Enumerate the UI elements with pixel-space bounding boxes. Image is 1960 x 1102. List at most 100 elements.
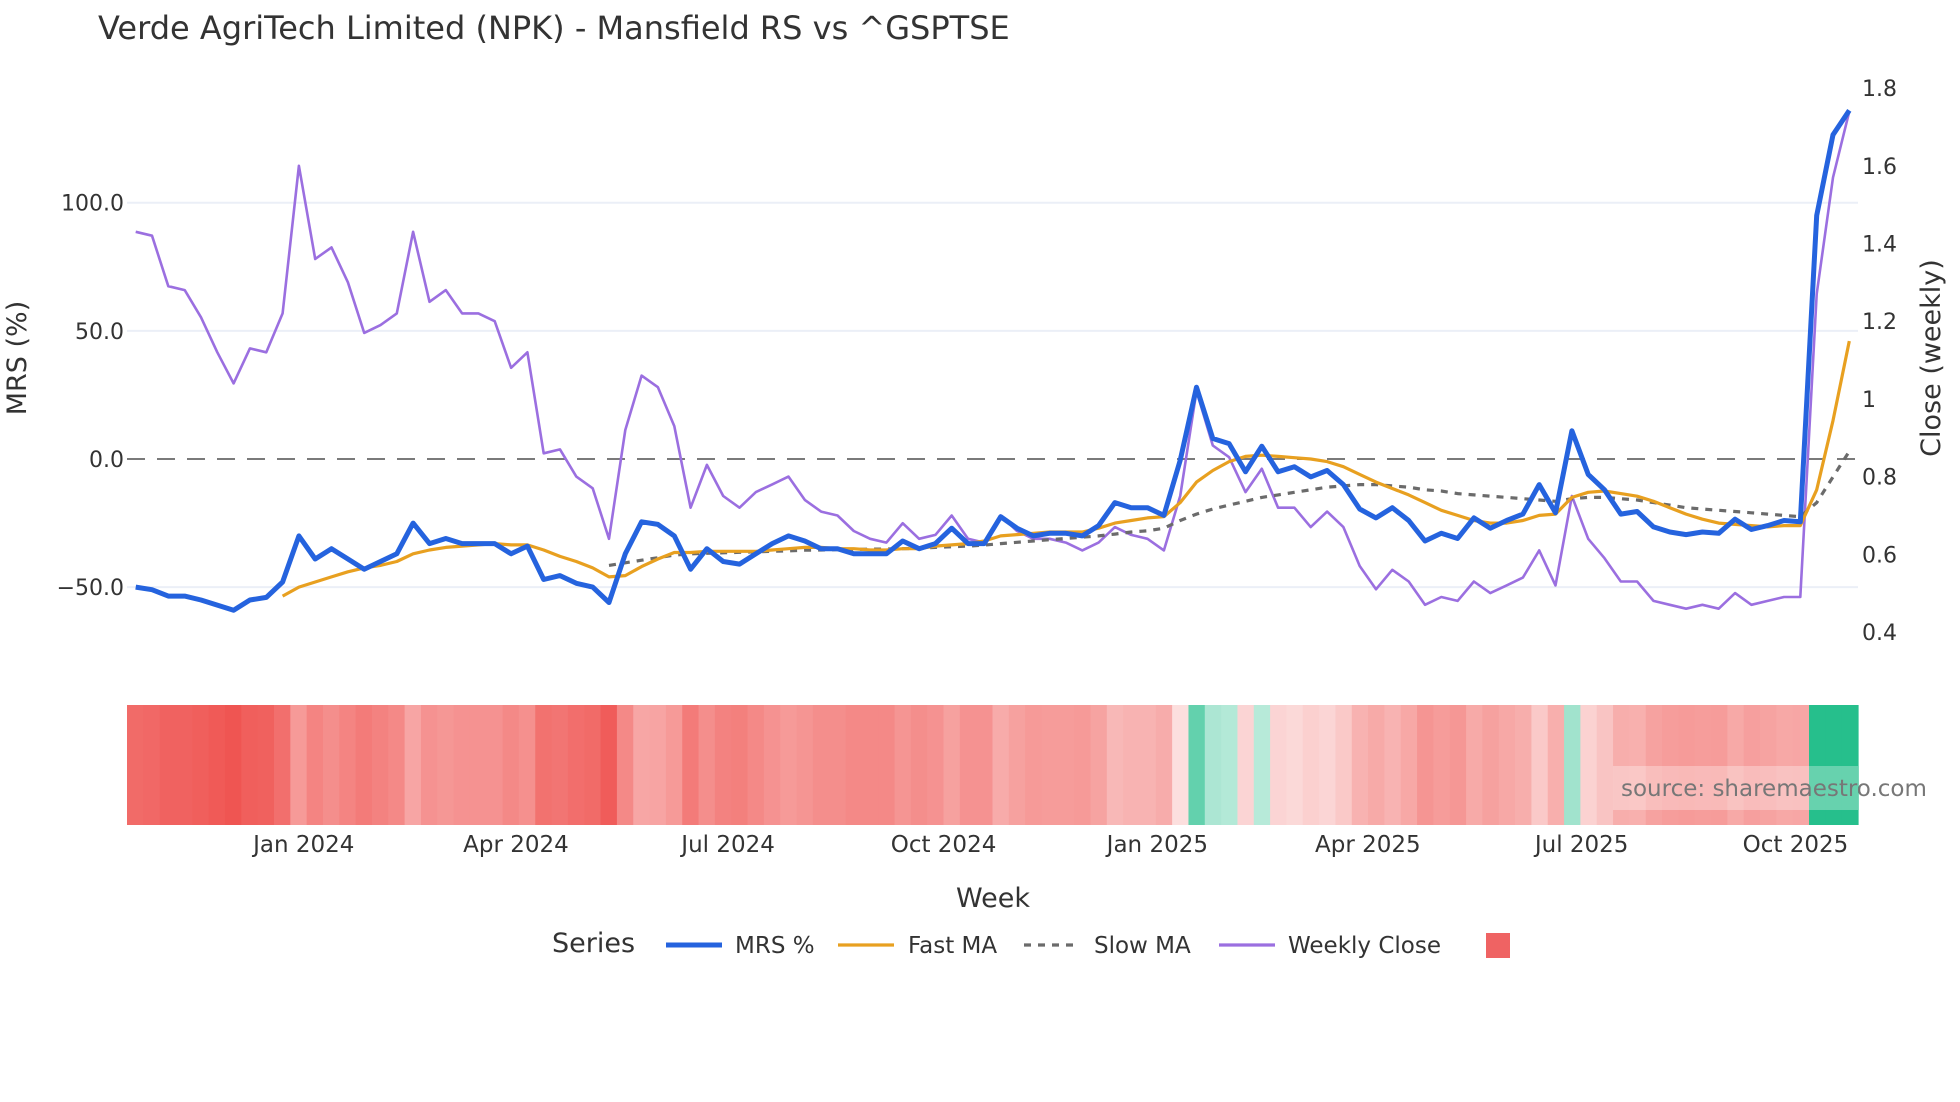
heatmap-cell — [1270, 705, 1288, 825]
heatmap-cell — [894, 705, 912, 825]
y2-tick-label: 1.4 — [1862, 233, 1897, 258]
heatmap-cell — [1335, 705, 1353, 825]
heatmap-cell — [1433, 705, 1451, 825]
heatmap-cell — [698, 705, 716, 825]
y-tick-label: −50.0 — [57, 576, 124, 601]
heatmap-cell — [1008, 705, 1026, 825]
heatmap-cell — [502, 705, 520, 825]
heatmap-cell — [208, 705, 226, 825]
heatmap-cell — [1384, 705, 1402, 825]
fast-ma-line — [281, 340, 1851, 598]
heatmap-cell — [910, 705, 928, 825]
x-axis: Jan 2024 Apr 2024 Jul 2024 Oct 2024 Jan 2025… — [251, 832, 1848, 858]
x-tick-label: Apr 2025 — [1315, 832, 1421, 858]
heatmap-cell — [600, 705, 618, 825]
heatmap-cell — [1498, 705, 1516, 825]
heatmap-cell — [1351, 705, 1369, 825]
heatmap-cell — [1172, 705, 1190, 825]
y2-tick-label: 1 — [1862, 388, 1876, 413]
legend-swatch-heatmap — [1486, 933, 1510, 958]
heatmap-cell — [175, 705, 193, 825]
heatmap-cell — [453, 705, 471, 825]
x-tick-label: Apr 2024 — [463, 832, 569, 858]
y-axis-left: 100.0 50.0 0.0 −50.0 — [57, 192, 124, 601]
heatmap-cell — [878, 705, 896, 825]
legend-label: Weekly Close — [1288, 933, 1441, 959]
heatmap-cell — [1596, 705, 1614, 825]
heatmap-cell — [943, 705, 961, 825]
heatmap-cell — [780, 705, 798, 825]
heatmap-cell — [682, 705, 700, 825]
series-lines — [135, 109, 1852, 613]
y-tick-label: 100.0 — [61, 192, 124, 217]
heatmap-cell — [420, 705, 438, 825]
heatmap-cell — [1547, 705, 1565, 825]
mrs-chart: Verde AgriTech Limited (NPK) - Mansfield… — [2, 9, 1947, 959]
heatmap-cell — [241, 705, 259, 825]
heatmap-cell — [584, 705, 602, 825]
heatmap-cell — [976, 705, 994, 825]
y2-axis-title: Close (weekly) — [1916, 259, 1947, 457]
heatmap-cell — [829, 705, 847, 825]
x-tick-label: Jan 2024 — [251, 832, 354, 858]
heatmap-cell — [1221, 705, 1239, 825]
heatmap-cell — [257, 705, 275, 825]
heatmap-cell — [273, 705, 291, 825]
y2-tick-label: 1.2 — [1862, 310, 1897, 335]
x-tick-label: Oct 2024 — [891, 832, 997, 858]
heatmap-cell — [1400, 705, 1418, 825]
heatmap-cell — [714, 705, 732, 825]
heatmap-cell — [388, 705, 406, 825]
heatmap-cell — [1074, 705, 1092, 825]
y-tick-label: 0.0 — [89, 448, 124, 473]
heatmap-cell — [1417, 705, 1435, 825]
heatmap-cell — [404, 705, 422, 825]
heatmap-cell — [437, 705, 455, 825]
heatmap-cell — [796, 705, 814, 825]
heatmap-cell — [959, 705, 977, 825]
heatmap-cell — [551, 705, 569, 825]
y-tick-label: 50.0 — [75, 320, 124, 345]
y-axis-right: 1.8 1.6 1.4 1.2 1 0.8 0.6 0.4 — [1862, 77, 1897, 646]
heatmap-cell — [1368, 705, 1386, 825]
heatmap-cell — [1449, 705, 1467, 825]
heatmap-strip — [127, 705, 1859, 825]
y2-tick-label: 1.6 — [1862, 155, 1897, 180]
heatmap-cell — [1139, 705, 1157, 825]
heatmap-cell — [665, 705, 683, 825]
heatmap-cell — [1482, 705, 1500, 825]
heatmap-cell — [371, 705, 389, 825]
heatmap-cell — [1253, 705, 1271, 825]
heatmap-cell — [339, 705, 357, 825]
heatmap-cell — [763, 705, 781, 825]
heatmap-cell — [159, 705, 177, 825]
heatmap-cell — [518, 705, 536, 825]
legend-label: Fast MA — [908, 933, 997, 959]
x-tick-label: Oct 2025 — [1743, 832, 1849, 858]
chart-title: Verde AgriTech Limited (NPK) - Mansfield… — [98, 9, 1010, 47]
heatmap-cell — [127, 705, 144, 825]
heatmap-cell — [1515, 705, 1532, 825]
x-tick-label: Jul 2024 — [679, 832, 775, 858]
heatmap-cell — [143, 705, 161, 825]
heatmap-cell — [616, 705, 634, 825]
legend-title: Series — [552, 928, 635, 959]
heatmap-cell — [1204, 705, 1222, 825]
heatmap-cell — [1286, 705, 1304, 825]
heatmap-cell — [1106, 705, 1124, 825]
heatmap-cell — [290, 705, 308, 825]
x-axis-title: Week — [956, 883, 1030, 914]
y2-tick-label: 0.8 — [1862, 466, 1897, 491]
mrs-line — [135, 109, 1852, 613]
heatmap-cell — [845, 705, 863, 825]
source-label: source: sharemaestro.com — [1621, 776, 1927, 802]
heatmap-cell — [1580, 705, 1598, 825]
heatmap-cell — [731, 705, 749, 825]
heatmap-cell — [567, 705, 585, 825]
heatmap-cell — [1155, 705, 1173, 825]
heatmap-cell — [535, 705, 553, 825]
heatmap-cell — [1237, 705, 1255, 825]
x-tick-label: Jan 2025 — [1105, 832, 1208, 858]
heatmap-cell — [469, 705, 487, 825]
heatmap-cell — [306, 705, 324, 825]
